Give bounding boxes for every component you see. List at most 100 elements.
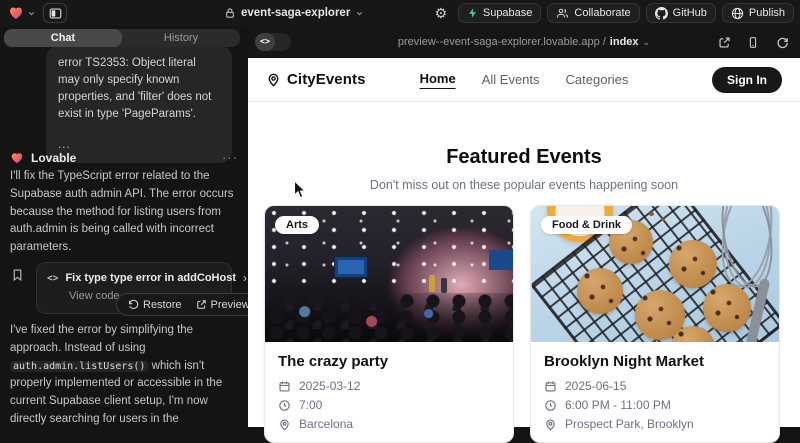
chat-history-tabs: Chat History (4, 29, 240, 47)
publish-button[interactable]: Publish (722, 3, 794, 23)
bookmark-icon[interactable] (11, 268, 24, 282)
collaborate-button[interactable]: Collaborate (547, 3, 639, 23)
location-pin-icon (544, 418, 557, 431)
sidebar-toggle-button[interactable] (43, 3, 67, 23)
event-time-row: 6:00 PM - 11:00 PM (544, 398, 766, 412)
message-actions-toolbar: Restore Preview (116, 293, 248, 316)
preview-label: Preview (211, 299, 248, 311)
site-header: CityEvents Home All Events Categories Si… (248, 58, 800, 102)
event-date-row: 2025-06-15 (544, 379, 766, 393)
assistant-name: Lovable (31, 151, 76, 165)
event-date-row: 2025-03-12 (278, 379, 500, 393)
restore-icon (128, 299, 139, 310)
crumb-art (649, 212, 654, 216)
panel-layout-icon (49, 7, 62, 20)
calendar-icon (278, 380, 291, 393)
preview-pane: <> preview--event-saga-explorer.lovable.… (248, 26, 800, 427)
github-label: GitHub (673, 7, 707, 19)
nav-link-home[interactable]: Home (420, 71, 456, 89)
event-date: 2025-03-12 (299, 379, 360, 393)
project-name: event-saga-explorer (241, 7, 350, 19)
lovable-app-window: { "topbar": { "project": "event-saga-exp… (0, 0, 800, 427)
event-title: Brooklyn Night Market (544, 353, 766, 370)
message-menu-icon[interactable]: ··· (222, 150, 238, 165)
event-time: 7:00 (299, 398, 322, 412)
tab-history[interactable]: History (122, 29, 240, 47)
hero-section: Featured Events Don't miss out on these … (248, 102, 800, 192)
event-time-row: 7:00 (278, 398, 500, 412)
lovable-heart-icon (10, 151, 24, 165)
gear-icon: ⚙ (435, 6, 448, 20)
event-title: The crazy party (278, 353, 500, 370)
mobile-view-button[interactable] (745, 34, 761, 50)
assistant-message-1: I'll fix the TypeScript error related to… (10, 168, 236, 257)
chat-sidebar: Chat History error TS2353: Object litera… (0, 26, 248, 427)
stage-screen-art (334, 256, 368, 278)
event-card-the-crazy-party[interactable]: Arts The crazy party 2025-03-12 7:00 Bar… (264, 205, 514, 443)
code-change-title: Fix type type error in addCoHost (65, 272, 236, 284)
preview-url-prefix: preview--event-saga-explorer.lovable.app… (398, 36, 606, 48)
audience-art (265, 293, 513, 342)
chevron-right-icon: › (243, 271, 247, 285)
external-link-icon (196, 299, 207, 310)
hero-subtitle: Don't miss out on these popular events h… (248, 178, 800, 192)
chevron-down-icon (355, 9, 364, 18)
preview-header: <> preview--event-saga-explorer.lovable.… (248, 26, 800, 58)
site-brand-name: CityEvents (287, 71, 366, 88)
event-location-row: Prospect Park, Brooklyn (544, 417, 766, 431)
github-icon (655, 7, 668, 20)
clock-icon (278, 399, 291, 412)
preview-button[interactable]: Preview (190, 299, 248, 311)
project-selector[interactable]: event-saga-explorer (224, 0, 364, 26)
supabase-label: Supabase (483, 7, 533, 19)
assistant-header: Lovable ··· (10, 150, 238, 165)
github-button[interactable]: GitHub (646, 3, 716, 23)
calendar-icon (544, 380, 557, 393)
event-image-party: Arts (265, 206, 513, 342)
site-nav: Home All Events Categories (420, 71, 629, 89)
hero-title: Featured Events (248, 146, 800, 169)
lovable-logo-menu[interactable] (8, 5, 36, 21)
event-location-row: Barcelona (278, 417, 500, 431)
site-viewport: CityEvents Home All Events Categories Si… (248, 58, 800, 427)
collaborate-label: Collaborate (574, 7, 630, 19)
event-card-grid: Arts The crazy party 2025-03-12 7:00 Bar… (264, 205, 780, 443)
chevron-down-icon (27, 9, 36, 18)
event-card-brooklyn-night-market[interactable]: Food & Drink Brooklyn Night Market 2025-… (530, 205, 780, 443)
map-pin-icon (266, 72, 281, 87)
presenter-art (429, 275, 435, 292)
stage-screen-art (489, 250, 513, 270)
event-location: Barcelona (299, 417, 353, 431)
code-icon: <> (47, 273, 58, 284)
open-in-new-tab-button[interactable] (716, 34, 732, 50)
cookie-art (577, 268, 623, 314)
nav-link-categories[interactable]: Categories (566, 72, 629, 87)
globe-icon (731, 7, 744, 20)
tab-chat[interactable]: Chat (4, 29, 122, 47)
publish-label: Publish (749, 7, 785, 19)
location-pin-icon (278, 418, 291, 431)
site-brand[interactable]: CityEvents (266, 71, 366, 88)
presenter-art (441, 278, 447, 293)
category-badge: Arts (275, 216, 319, 234)
event-image-cookies: Food & Drink (531, 206, 779, 342)
cookie-art (703, 284, 751, 332)
lock-icon (224, 7, 236, 19)
sign-in-button[interactable]: Sign In (712, 67, 782, 93)
restore-button[interactable]: Restore (122, 299, 188, 311)
chevron-down-icon: ⌄ (643, 37, 651, 48)
settings-button[interactable]: ⚙ (430, 3, 452, 23)
user-message-text: error TS2353: Object literal may only sp… (58, 55, 220, 123)
event-location: Prospect Park, Brooklyn (565, 417, 694, 431)
collaborate-users-icon (556, 7, 569, 19)
nav-link-all-events[interactable]: All Events (482, 72, 540, 87)
user-message-bubble: error TS2353: Object literal may only sp… (46, 46, 232, 163)
app-topbar: event-saga-explorer ⚙ Supabase Collabora… (0, 0, 800, 26)
assistant-message-2: I've fixed the error by simplifying the … (10, 322, 236, 427)
event-time: 6:00 PM - 11:00 PM (565, 398, 671, 412)
refresh-button[interactable] (774, 34, 790, 50)
supabase-button[interactable]: Supabase (458, 3, 542, 23)
clock-icon (544, 399, 557, 412)
supabase-bolt-icon (467, 7, 478, 19)
preview-url-page: index (610, 36, 639, 48)
